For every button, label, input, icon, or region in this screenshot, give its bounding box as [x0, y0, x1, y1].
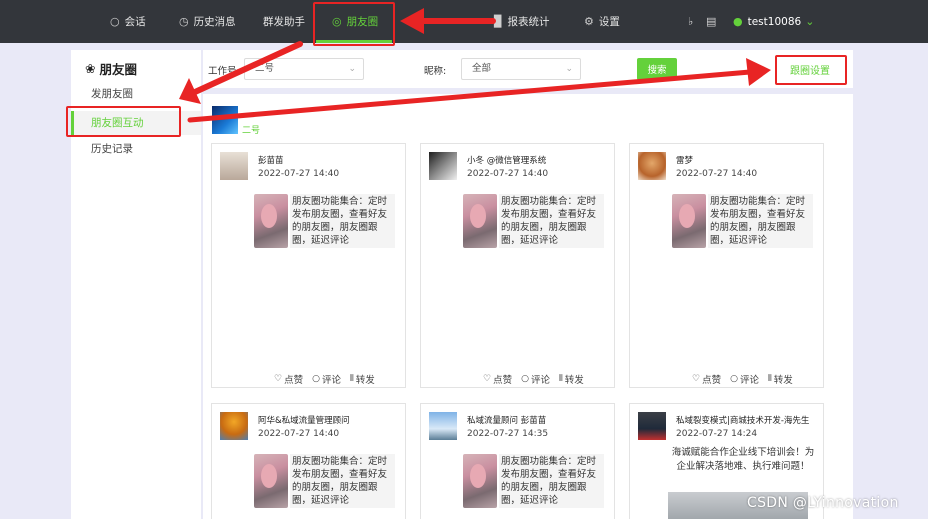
- nickname-select[interactable]: 全部 ⌄: [461, 58, 581, 80]
- card-text: 朋友圈功能集合：定时发布朋友圈，查看好友的朋友圈，朋友圈跟圈，延迟评论: [708, 194, 813, 248]
- user-name: test10086: [747, 15, 802, 28]
- nav-item-settings[interactable]: ⚙ 设置: [584, 0, 620, 43]
- annotation-highlight-setting-link: [775, 55, 847, 85]
- card-author: 雷梦: [676, 156, 694, 166]
- card-actions: ♡ 点赞 ○ 评论 ⫴ 转发: [274, 372, 375, 386]
- search-button[interactable]: 搜索: [637, 58, 677, 80]
- user-menu[interactable]: ● test10086 ⌄: [733, 0, 819, 43]
- share-icon: ⫴: [558, 374, 563, 384]
- comment-button[interactable]: ○ 评论: [730, 372, 759, 386]
- heart-icon: ♡: [274, 374, 283, 384]
- avatar: [638, 412, 666, 440]
- card-author: 小冬 @微信管理系统: [467, 156, 547, 166]
- comment-icon: ○: [521, 374, 529, 384]
- card-time: 2022-07-27 14:40: [676, 169, 758, 179]
- card-time: 2022-07-27 14:40: [467, 169, 549, 179]
- moment-card: 雷梦 2022-07-27 14:40 朋友圈功能集合：定时发布朋友圈，查看好友…: [629, 143, 824, 388]
- annotation-highlight-moments-tab: [313, 2, 395, 46]
- nav-item-label: 设置: [598, 16, 620, 28]
- comment-icon: ○: [312, 374, 320, 384]
- moment-card: 私域流量顾问 彭苗苗 2022-07-27 14:35 朋友圈功能集合：定时发布…: [420, 403, 615, 519]
- chevron-down-icon: ⌄: [805, 15, 815, 28]
- chevron-down-icon: ⌄: [565, 64, 573, 74]
- avatar: [220, 152, 248, 180]
- avatar: [220, 412, 248, 440]
- nav-item-reports[interactable]: ▉ 报表统计: [494, 0, 549, 43]
- card-time: 2022-07-27 14:35: [467, 429, 549, 439]
- sidebar-item-history[interactable]: 历史记录: [71, 137, 201, 161]
- bell-icon: ♭: [688, 15, 694, 28]
- share-button[interactable]: ⫴ 转发: [768, 372, 793, 386]
- moment-card: 小冬 @微信管理系统 2022-07-27 14:40 朋友圈功能集合：定时发布…: [420, 143, 615, 388]
- card-text: 朋友圈功能集合：定时发布朋友圈，查看好友的朋友圈，朋友圈跟圈，延迟评论: [499, 194, 604, 248]
- card-author: 私域流量顾问 彭苗苗: [467, 416, 547, 426]
- card-actions: ♡ 点赞 ○ 评论 ⫴ 转发: [692, 372, 793, 386]
- comment-button[interactable]: ○ 评论: [312, 372, 341, 386]
- workno-select-value: 二号: [255, 63, 275, 74]
- clock-icon: ◷: [179, 15, 189, 28]
- nav-item-broadcast[interactable]: 群发助手: [263, 0, 305, 43]
- avatar: [638, 152, 666, 180]
- moment-card: 阿华&私域流量管理顾问 2022-07-27 14:40 朋友圈功能集合：定时发…: [211, 403, 406, 519]
- nickname-select-value: 全部: [472, 63, 492, 74]
- avatar: [429, 412, 457, 440]
- moment-card: 彭苗苗 2022-07-27 14:40 朋友圈功能集合：定时发布朋友圈，查看好…: [211, 143, 406, 388]
- post-image[interactable]: [463, 454, 497, 508]
- comment-icon: ○: [730, 374, 738, 384]
- share-button[interactable]: ⫴ 转发: [559, 372, 584, 386]
- bar-chart-icon: ▉: [494, 15, 503, 28]
- account-name[interactable]: 二号: [242, 123, 260, 136]
- heart-icon: ♡: [692, 374, 701, 384]
- annotation-highlight-interaction-item: [66, 106, 181, 137]
- card-time: 2022-07-27 14:24: [676, 429, 758, 439]
- share-button[interactable]: ⫴ 转发: [350, 372, 375, 386]
- moments-lens-icon: ❀: [85, 61, 96, 76]
- card-text: 朋友圈功能集合：定时发布朋友圈，查看好友的朋友圈，朋友圈跟圈，延迟评论: [290, 194, 395, 248]
- chevron-down-icon: ⌄: [348, 64, 356, 74]
- user-icon: ●: [733, 15, 743, 28]
- nav-item-chat[interactable]: ○ 会话: [110, 0, 146, 43]
- share-icon: ⫴: [767, 374, 772, 384]
- nav-item-label: 历史消息: [193, 16, 236, 28]
- database-icon: ▤: [706, 15, 717, 28]
- heart-icon: ♡: [483, 374, 492, 384]
- post-image[interactable]: [672, 194, 706, 248]
- like-button[interactable]: ♡ 点赞: [692, 372, 721, 386]
- database-button[interactable]: ▤: [706, 0, 721, 43]
- sidebar-item-label: 历史记录: [91, 143, 133, 155]
- sidebar-item-label: 发朋友圈: [91, 88, 133, 100]
- nav-item-label: 群发助手: [263, 16, 305, 28]
- card-author: 阿华&私域流量管理顾问: [258, 416, 350, 426]
- watermark-text: CSDN @LYinnovation: [747, 495, 899, 511]
- avatar: [429, 152, 457, 180]
- nickname-label: 昵称:: [424, 66, 447, 77]
- card-author: 私域裂变模式|商城技术开发-海先生: [676, 416, 810, 426]
- post-image[interactable]: [254, 194, 288, 248]
- card-actions: ♡ 点赞 ○ 评论 ⫴ 转发: [483, 372, 584, 386]
- gear-icon: ⚙: [584, 15, 594, 28]
- card-text: 朋友圈功能集合：定时发布朋友圈，查看好友的朋友圈，朋友圈跟圈，延迟评论: [290, 454, 395, 508]
- sidebar-title-text: 朋友圈: [99, 62, 137, 77]
- card-text: 海诚赋能合作企业线下培训会！为企业解决落地难、执行难问题！: [671, 447, 815, 472]
- chat-bubble-icon: ○: [110, 15, 120, 28]
- nav-item-label: 会话: [124, 16, 146, 28]
- nav-item-history[interactable]: ◷ 历史消息: [179, 0, 236, 43]
- notification-bell-button[interactable]: ♭: [688, 0, 698, 43]
- share-icon: ⫴: [349, 374, 354, 384]
- sidebar-item-post-moments[interactable]: 发朋友圈: [71, 82, 201, 106]
- card-author: 彭苗苗: [258, 156, 284, 166]
- sidebar-title: ❀ 朋友圈: [85, 59, 137, 78]
- account-avatar: [212, 106, 238, 134]
- like-button[interactable]: ♡ 点赞: [483, 372, 512, 386]
- workno-label: 工作号:: [208, 66, 240, 77]
- comment-button[interactable]: ○ 评论: [521, 372, 550, 386]
- nav-item-label: 报表统计: [507, 16, 550, 28]
- post-image[interactable]: [254, 454, 288, 508]
- like-button[interactable]: ♡ 点赞: [274, 372, 303, 386]
- workno-select[interactable]: 二号 ⌄: [244, 58, 364, 80]
- card-text: 朋友圈功能集合：定时发布朋友圈，查看好友的朋友圈，朋友圈跟圈，延迟评论: [499, 454, 604, 508]
- card-time: 2022-07-27 14:40: [258, 429, 340, 439]
- card-time: 2022-07-27 14:40: [258, 169, 340, 179]
- post-image[interactable]: [463, 194, 497, 248]
